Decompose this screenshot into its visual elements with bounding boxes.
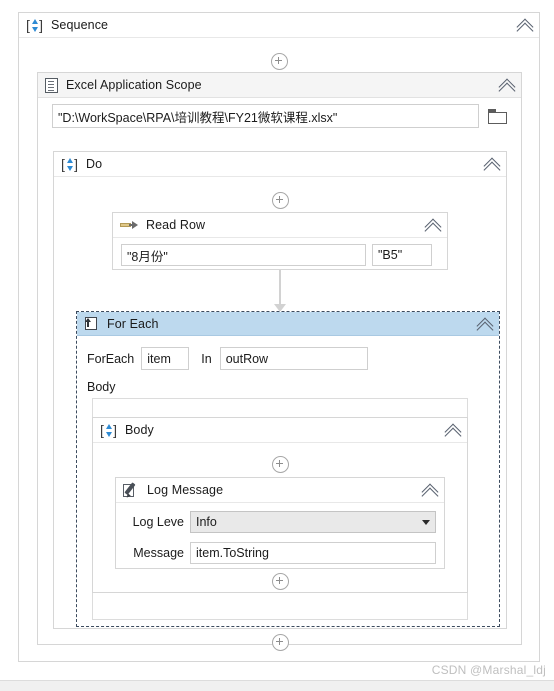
do-title: Do	[86, 157, 103, 171]
excel-application-scope-header[interactable]: Excel Application Scope	[38, 73, 521, 98]
add-activity-row	[53, 191, 507, 209]
loop-icon	[84, 316, 99, 331]
sequence-title: Sequence	[51, 18, 109, 32]
add-activity-button[interactable]	[271, 455, 289, 473]
message-row: Message item.ToString	[116, 533, 444, 564]
do-header[interactable]: [] Do	[54, 152, 506, 177]
for-each-item-input[interactable]: item	[141, 347, 190, 370]
watermark-text: CSDN @Marshal_ldj	[431, 663, 546, 677]
message-input[interactable]: item.ToString	[190, 542, 436, 564]
document-icon	[45, 77, 58, 93]
read-row-header[interactable]: Read Row	[113, 213, 447, 238]
add-activity-button[interactable]	[271, 191, 289, 209]
sequence-icon: []	[61, 155, 78, 172]
for-each-title: For Each	[107, 316, 159, 331]
for-each-binding-row: ForEach item In outRow	[77, 336, 499, 370]
in-label: In	[201, 351, 212, 366]
connector-line	[279, 270, 281, 306]
collapse-read-row-chevron-icon[interactable]	[425, 217, 441, 233]
read-row-range-input[interactable]: "B5"	[372, 244, 432, 266]
bottom-status-bar	[0, 680, 554, 691]
for-each-body-label: Body	[87, 380, 116, 394]
log-level-dropdown[interactable]: Info	[190, 511, 436, 533]
log-message-header[interactable]: Log Message	[116, 478, 444, 503]
read-row-sheet-input[interactable]: "8月份"	[121, 244, 366, 266]
body-title: Body	[125, 423, 154, 437]
read-row-title: Read Row	[146, 218, 206, 232]
sequence-icon: []	[26, 16, 43, 33]
sequence-header[interactable]: [] Sequence	[19, 13, 539, 38]
collapse-sequence-chevron-icon[interactable]	[517, 17, 533, 33]
workbook-path-input[interactable]: "D:\WorkSpace\RPA\培训教程\FY21微软课程.xlsx"	[52, 104, 479, 128]
add-activity-row	[92, 572, 468, 590]
add-activity-row	[53, 633, 507, 651]
log-message-activity[interactable]: Log Message Log Leve Info Message item.T…	[115, 477, 445, 569]
message-label: Message	[133, 546, 184, 560]
log-message-title: Log Message	[147, 483, 224, 497]
read-row-fields: "8月份" "B5"	[113, 238, 447, 266]
workbook-path-row: "D:\WorkSpace\RPA\培训教程\FY21微软课程.xlsx"	[52, 104, 507, 128]
sequence-icon: []	[100, 421, 117, 438]
collapse-log-message-chevron-icon[interactable]	[422, 482, 438, 498]
collapse-body-chevron-icon[interactable]	[445, 422, 461, 438]
add-activity-button[interactable]	[271, 633, 289, 651]
read-row-activity[interactable]: Read Row "8月份" "B5"	[112, 212, 448, 270]
add-activity-row	[92, 455, 468, 473]
add-activity-button[interactable]	[270, 52, 288, 70]
workflow-designer-canvas: [] Sequence Excel Application Scope "D:\…	[0, 0, 554, 691]
pencil-icon	[123, 481, 139, 499]
collapse-excel-scope-chevron-icon[interactable]	[499, 77, 515, 93]
log-level-value: Info	[196, 515, 217, 529]
add-activity-button[interactable]	[271, 572, 289, 590]
add-activity-row	[18, 52, 540, 70]
log-level-row: Log Leve Info	[116, 503, 444, 533]
for-each-header[interactable]: For Each	[77, 312, 499, 336]
collapse-do-chevron-icon[interactable]	[484, 156, 500, 172]
log-level-label: Log Leve	[132, 515, 184, 529]
for-each-collection-input[interactable]: outRow	[219, 347, 368, 370]
excel-application-scope-title: Excel Application Scope	[66, 78, 202, 92]
folder-icon[interactable]	[488, 108, 507, 124]
chevron-down-icon[interactable]	[422, 519, 430, 525]
for-each-label: ForEach	[87, 351, 135, 366]
arrow-right-icon	[120, 219, 138, 231]
body-header[interactable]: [] Body	[93, 418, 467, 443]
collapse-for-each-chevron-icon[interactable]	[477, 316, 493, 332]
